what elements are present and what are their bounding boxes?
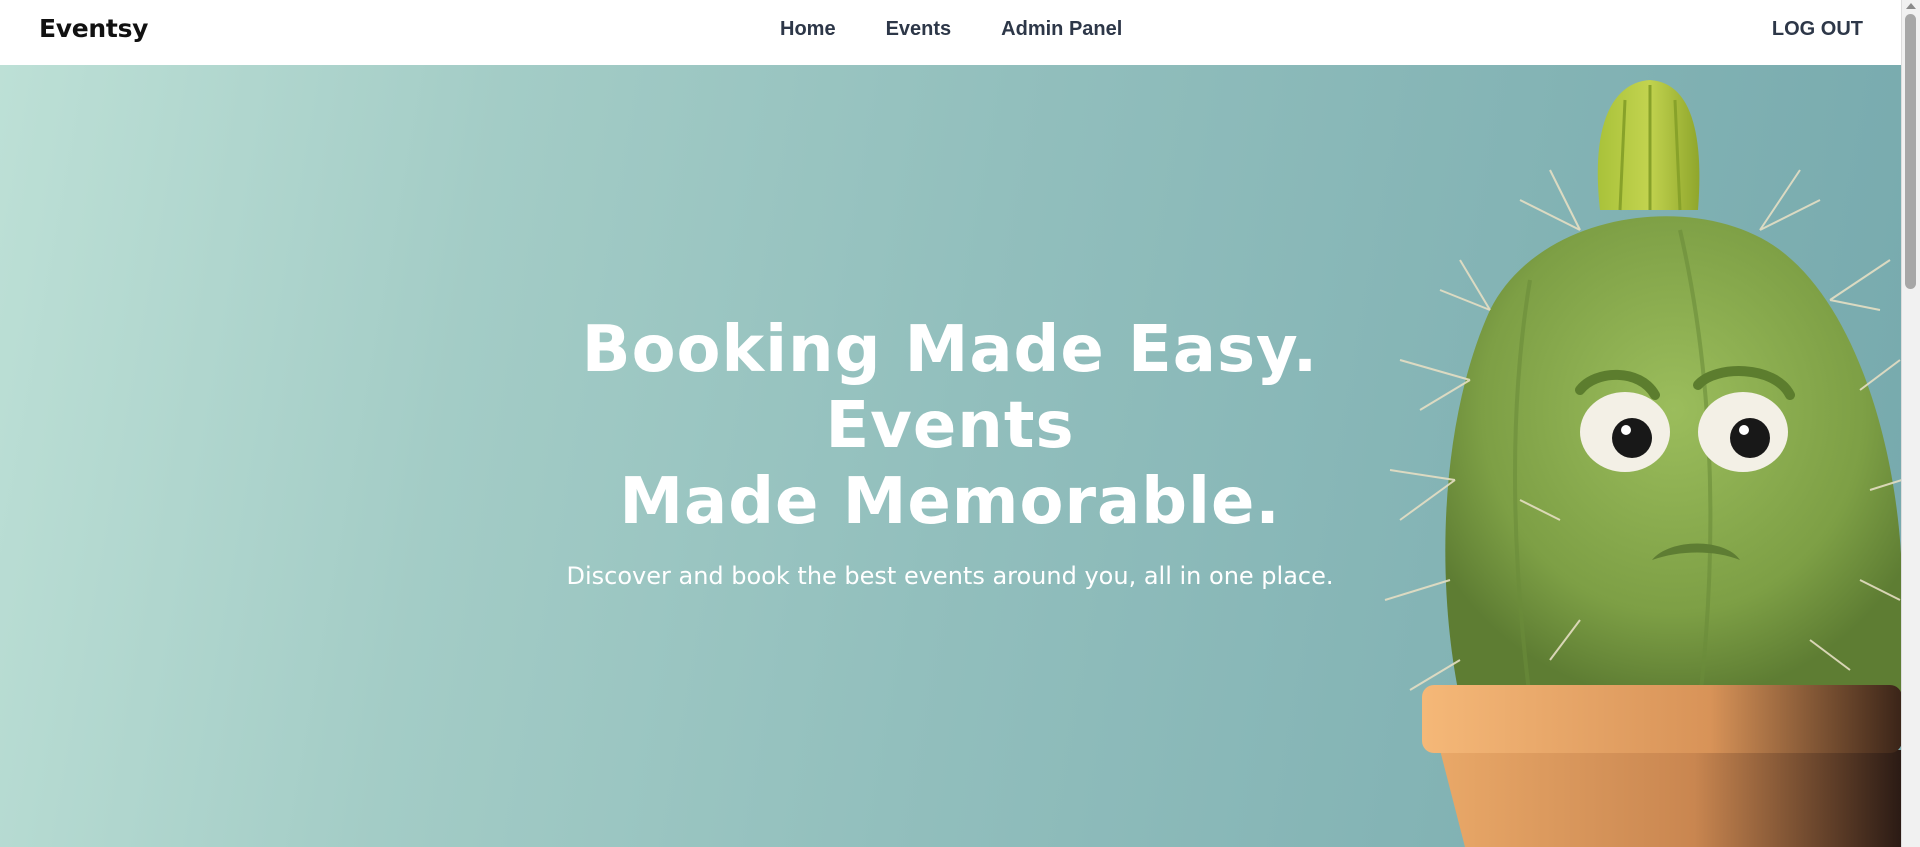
hero-text: Booking Made Easy. Events Made Memorable… (500, 312, 1400, 590)
nav-link-home[interactable]: Home (780, 18, 836, 41)
hero-title-line-1: Booking Made Easy. Events (581, 313, 1319, 463)
cactus-illustration (1384, 80, 1902, 847)
cactus-pot (1422, 685, 1902, 847)
scrollbar-thumb[interactable] (1905, 14, 1916, 289)
page: Eventsy Home Events Admin Panel LOG OUT (0, 0, 1920, 847)
cactus-top-bud (1597, 80, 1700, 211)
nav-links: Home Events Admin Panel (780, 18, 1122, 41)
scroll-up-arrow-icon[interactable] (1906, 3, 1916, 9)
nav-link-admin-panel[interactable]: Admin Panel (1001, 18, 1122, 41)
hero-title-line-2: Made Memorable. (619, 465, 1281, 539)
vertical-scrollbar[interactable] (1901, 0, 1920, 847)
nav-link-events[interactable]: Events (886, 18, 952, 41)
brand-logo[interactable]: Eventsy (39, 14, 148, 43)
hero-content: Booking Made Easy. Events Made Memorable… (0, 65, 1902, 847)
logout-button[interactable]: LOG OUT (1772, 18, 1863, 41)
hero-section: Booking Made Easy. Events Made Memorable… (0, 65, 1902, 847)
hero-subtitle: Discover and book the best events around… (566, 562, 1334, 590)
hero-title: Booking Made Easy. Events Made Memorable… (500, 312, 1400, 540)
navbar: Eventsy Home Events Admin Panel LOG OUT (0, 0, 1902, 65)
